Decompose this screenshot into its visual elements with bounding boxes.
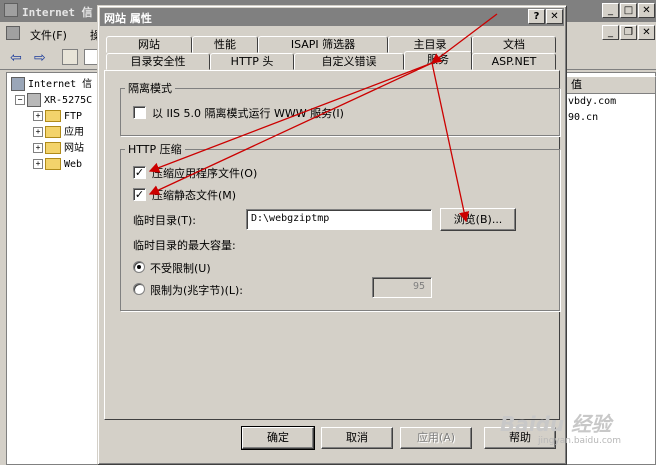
server-icon — [27, 93, 41, 107]
iis5-isolation-checkbox[interactable] — [133, 106, 146, 119]
temp-dir-input[interactable]: D:\webgziptmp — [246, 209, 432, 230]
tab-service[interactable]: 服务 — [404, 51, 472, 70]
dialog-titlebar — [100, 8, 564, 26]
expand-icon[interactable]: + — [33, 143, 43, 153]
isolation-mode-label: 隔离模式 — [125, 80, 175, 96]
console-icon — [6, 26, 20, 40]
child-minimize-button[interactable]: _ — [602, 25, 619, 40]
limit-size-input[interactable]: 95 — [372, 277, 432, 298]
compress-static-files-label[interactable]: 压缩静态文件(M) — [152, 187, 236, 203]
folder-icon — [45, 142, 61, 154]
iis-manager-icon — [4, 3, 18, 17]
tab-isapi-filters[interactable]: ISAPI 筛选器 — [258, 36, 388, 53]
tree-item-apps[interactable]: + 应用 — [33, 125, 84, 141]
folder-icon — [45, 110, 61, 122]
radio-selected-dot — [137, 265, 141, 269]
tree-item-web-ext[interactable]: + Web — [33, 157, 82, 173]
iis5-isolation-label[interactable]: 以 IIS 5.0 隔离模式运行 WWW 服务(I) — [152, 105, 344, 121]
http-compression-label: HTTP 压缩 — [125, 141, 185, 157]
list-column-header[interactable]: 值 — [566, 76, 656, 94]
baidu-watermark-url: jingyan.baidu.com — [538, 436, 622, 446]
tab-custom-errors[interactable]: 自定义错误 — [294, 53, 404, 70]
tree-server[interactable]: − XR-5275C — [15, 93, 92, 109]
limit-label[interactable]: 限制为(兆字节)(L): — [150, 282, 243, 298]
up-folder-icon[interactable] — [62, 49, 78, 65]
compress-app-files-label[interactable]: 压缩应用程序文件(O) — [152, 165, 257, 181]
forward-arrow-icon[interactable]: ⇨ — [34, 50, 46, 66]
tab-aspnet[interactable]: ASP.NET — [472, 53, 556, 70]
dialog-title: 网站 属性 — [104, 12, 152, 25]
unlimited-radio[interactable] — [133, 261, 145, 273]
tree-root[interactable]: Internet 信 — [11, 77, 92, 93]
limit-radio[interactable] — [133, 283, 145, 295]
expand-icon[interactable]: + — [33, 111, 43, 121]
tab-documents[interactable]: 文档 — [472, 36, 556, 53]
baidu-watermark: Baidu 经验 — [500, 412, 612, 436]
menu-file[interactable]: 文件(F) — [30, 27, 67, 43]
child-restore-button[interactable]: ❐ — [620, 25, 637, 40]
list-value[interactable]: vbdy.com — [568, 96, 616, 107]
cancel-button[interactable]: 取消 — [321, 427, 393, 449]
minimize-button[interactable]: _ — [602, 3, 619, 18]
collapse-icon[interactable]: − — [15, 95, 25, 105]
background-window-title: Internet 信 — [22, 6, 93, 19]
help-question-button[interactable]: ? — [528, 9, 545, 24]
ok-button[interactable]: 确定 — [241, 426, 315, 450]
expand-icon[interactable]: + — [33, 127, 43, 137]
browse-button[interactable]: 浏览(B)... — [440, 208, 516, 231]
back-arrow-icon[interactable]: ⇦ — [10, 50, 22, 66]
dialog-close-button[interactable]: ✕ — [546, 9, 563, 24]
folder-icon — [45, 126, 61, 138]
close-button[interactable]: ✕ — [638, 3, 655, 18]
apply-button[interactable]: 应用(A) — [400, 427, 472, 449]
result-list — [566, 72, 656, 465]
show-tree-icon[interactable] — [84, 49, 98, 65]
compress-app-files-checkbox[interactable]: ✓ — [133, 166, 146, 179]
child-close-button[interactable]: ✕ — [638, 25, 655, 40]
temp-dir-label: 临时目录(T): — [133, 214, 197, 227]
tab-performance[interactable]: 性能 — [192, 36, 258, 53]
computer-icon — [11, 77, 25, 91]
unlimited-label[interactable]: 不受限制(U) — [150, 260, 211, 276]
list-value[interactable]: 90.cn — [568, 112, 598, 123]
folder-icon — [45, 158, 61, 170]
tab-website[interactable]: 网站 — [106, 36, 192, 53]
expand-icon[interactable]: + — [33, 159, 43, 169]
max-size-label: 临时目录的最大容量: — [133, 239, 236, 252]
tree-item-ftp[interactable]: + FTP — [33, 109, 82, 125]
tab-http-headers[interactable]: HTTP 头 — [210, 53, 294, 70]
tab-directory-security[interactable]: 目录安全性 — [106, 53, 210, 70]
maximize-button[interactable]: □ — [620, 3, 637, 18]
tree-item-websites[interactable]: + 网站 — [33, 141, 84, 157]
console-tree: Internet 信 − XR-5275C + FTP + 应用 + 网站 + Web — [6, 72, 100, 465]
compress-static-files-checkbox[interactable]: ✓ — [133, 188, 146, 201]
